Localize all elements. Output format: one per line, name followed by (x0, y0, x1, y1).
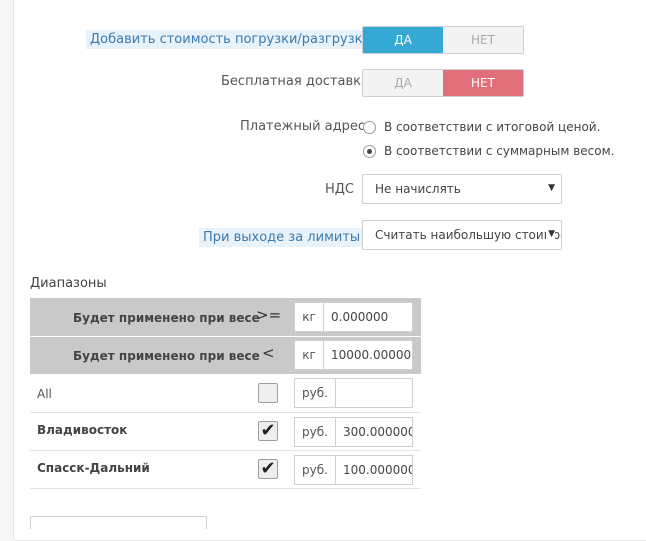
chevron-down-icon: ▼ (546, 229, 555, 239)
weight-to-operator: < (262, 344, 275, 362)
zone-all-checkbox[interactable] (258, 383, 278, 403)
out-of-range-label: При выходе за лимиты (199, 228, 365, 247)
weight-from-operator: >= (256, 306, 282, 324)
checkmark-icon: ✔ (260, 458, 276, 479)
free-shipping-yes-option[interactable]: ДА (363, 70, 443, 96)
vat-select-value: Не начислять (375, 182, 461, 196)
weight-to-label: Будет применено при весе (73, 349, 260, 363)
billing-option-price[interactable]: В соответствии с итоговой ценой. (363, 120, 600, 134)
zone-vladivostok-label: Владивосток (37, 423, 128, 437)
billing-weight-radio[interactable] (363, 144, 376, 158)
zone-all-price-input[interactable] (335, 378, 413, 408)
zone-vladivostok-price-input[interactable]: 300.000000 (335, 417, 413, 447)
out-of-range-select-value: Считать наибольшую стоимость (375, 228, 562, 242)
zone-spassk-checkbox[interactable]: ✔ (258, 459, 278, 479)
zone-spassk-price-input[interactable]: 100.000000 (335, 455, 413, 485)
chevron-down-icon: ▼ (546, 183, 555, 193)
zone-vladivostok-checkbox[interactable]: ✔ (258, 421, 278, 441)
loading-cost-switch[interactable]: ДА НЕТ (362, 26, 524, 54)
zone-vladivostok-currency: руб. (294, 417, 336, 447)
billing-label: Платежный адрес (240, 119, 366, 134)
zone-all-currency: руб. (294, 378, 336, 408)
weight-to-unit: кг (294, 340, 324, 370)
ranges-title: Диапазоны (30, 276, 107, 291)
free-shipping-no-option[interactable]: НЕТ (443, 70, 523, 96)
free-shipping-switch[interactable]: ДА НЕТ (362, 69, 524, 97)
zone-spassk-currency: руб. (294, 455, 336, 485)
loading-cost-label: Добавить стоимость погрузки/разгрузки (86, 30, 375, 49)
weight-from-input[interactable]: 0.000000 (323, 302, 413, 332)
checkmark-icon: ✔ (260, 420, 276, 441)
loading-cost-no-option[interactable]: НЕТ (443, 27, 523, 53)
bottom-action-button[interactable] (30, 516, 207, 529)
weight-from-unit: кг (294, 302, 324, 332)
zone-all-label: All (37, 387, 52, 401)
billing-weight-option-label: В соответствии с суммарным весом. (384, 144, 615, 158)
billing-option-weight[interactable]: В соответствии с суммарным весом. (363, 144, 614, 158)
weight-to-input[interactable]: 10000.000000 (323, 340, 413, 370)
loading-cost-yes-option[interactable]: ДА (363, 27, 443, 53)
free-shipping-label: Бесплатная доставка (221, 74, 369, 89)
zone-spassk-label: Спасск-Дальний (37, 461, 150, 475)
out-of-range-select[interactable]: Считать наибольшую стоимость ▼ (362, 220, 562, 250)
vat-select[interactable]: Не начислять ▼ (362, 174, 562, 204)
vat-label: НДС (325, 182, 355, 197)
billing-price-option-label: В соответствии с итоговой ценой. (384, 120, 601, 134)
weight-from-label: Будет применено при весе (73, 311, 260, 325)
billing-price-radio[interactable] (363, 120, 376, 134)
